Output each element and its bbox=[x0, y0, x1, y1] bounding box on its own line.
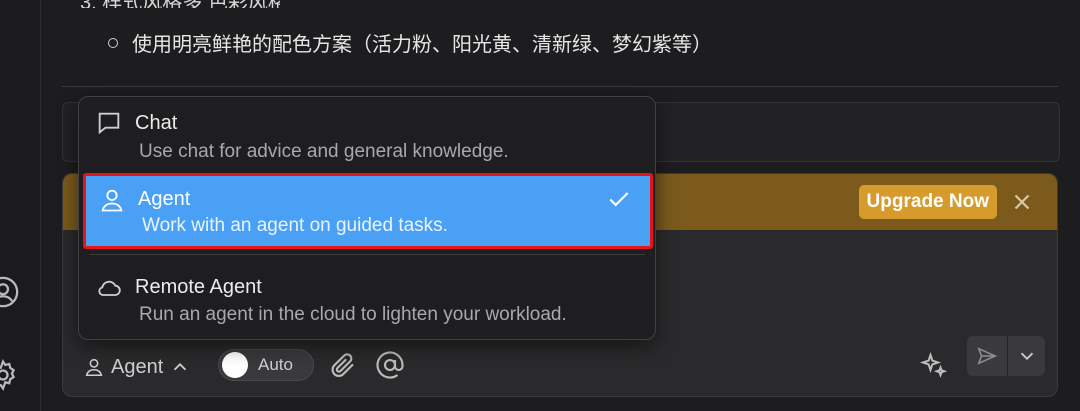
menu-item-title: Agent bbox=[138, 188, 191, 210]
chat-bubble-icon bbox=[95, 109, 123, 137]
user-icon bbox=[98, 186, 126, 214]
menu-item-description: Use chat for advice and general knowledg… bbox=[139, 141, 509, 162]
partial-heading: 3. 样式风格多 色彩风格 bbox=[80, 0, 280, 8]
sparkle-enhance-icon[interactable] bbox=[918, 350, 948, 380]
auto-toggle[interactable]: Auto bbox=[218, 349, 314, 381]
mode-selector[interactable]: Agent bbox=[83, 352, 191, 382]
toggle-knob bbox=[222, 352, 248, 378]
menu-item-remote-agent[interactable]: Remote Agent Run an agent in the cloud t… bbox=[79, 263, 655, 335]
mode-label: Agent bbox=[111, 355, 164, 378]
send-options-button[interactable] bbox=[1008, 336, 1045, 376]
composer-toolbar: Agent Auto bbox=[63, 336, 1057, 396]
send-button-group bbox=[967, 336, 1045, 376]
bullet-text: 使用明亮鲜艳的配色方案（活力粉、阳光黄、清新绿、梦幻紫等） bbox=[132, 34, 712, 56]
send-icon bbox=[977, 347, 998, 365]
checkmark-icon bbox=[606, 186, 632, 212]
menu-item-agent[interactable]: Agent Work with an agent on guided tasks… bbox=[83, 173, 653, 249]
upgrade-now-button[interactable]: Upgrade Now bbox=[858, 185, 997, 219]
menu-item-chat[interactable]: Chat Use chat for advice and general kno… bbox=[79, 97, 655, 169]
user-icon bbox=[85, 358, 103, 377]
bullet-dot bbox=[108, 37, 118, 48]
left-sidebar bbox=[0, 0, 41, 411]
mode-dropdown-menu: Chat Use chat for advice and general kno… bbox=[78, 96, 656, 340]
menu-item-description: Work with an agent on guided tasks. bbox=[142, 215, 448, 236]
account-icon[interactable] bbox=[0, 275, 20, 309]
at-mention-icon[interactable] bbox=[375, 350, 405, 380]
cloud-icon bbox=[95, 274, 123, 302]
menu-item-title: Chat bbox=[135, 112, 178, 134]
menu-item-title: Remote Agent bbox=[135, 276, 262, 298]
menu-divider bbox=[89, 254, 645, 255]
chevron-up-icon bbox=[174, 362, 187, 371]
menu-item-description: Run an agent in the cloud to lighten you… bbox=[139, 304, 567, 325]
settings-gear-icon[interactable] bbox=[0, 358, 20, 392]
bullet-item: 使用明亮鲜艳的配色方案（活力粉、阳光黄、清新绿、梦幻紫等） bbox=[108, 28, 712, 57]
divider bbox=[62, 86, 1058, 87]
send-button[interactable] bbox=[967, 336, 1007, 376]
paperclip-icon[interactable] bbox=[328, 350, 358, 380]
chevron-down-icon bbox=[1020, 352, 1033, 361]
close-icon[interactable] bbox=[1009, 189, 1035, 215]
auto-label: Auto bbox=[258, 355, 293, 374]
